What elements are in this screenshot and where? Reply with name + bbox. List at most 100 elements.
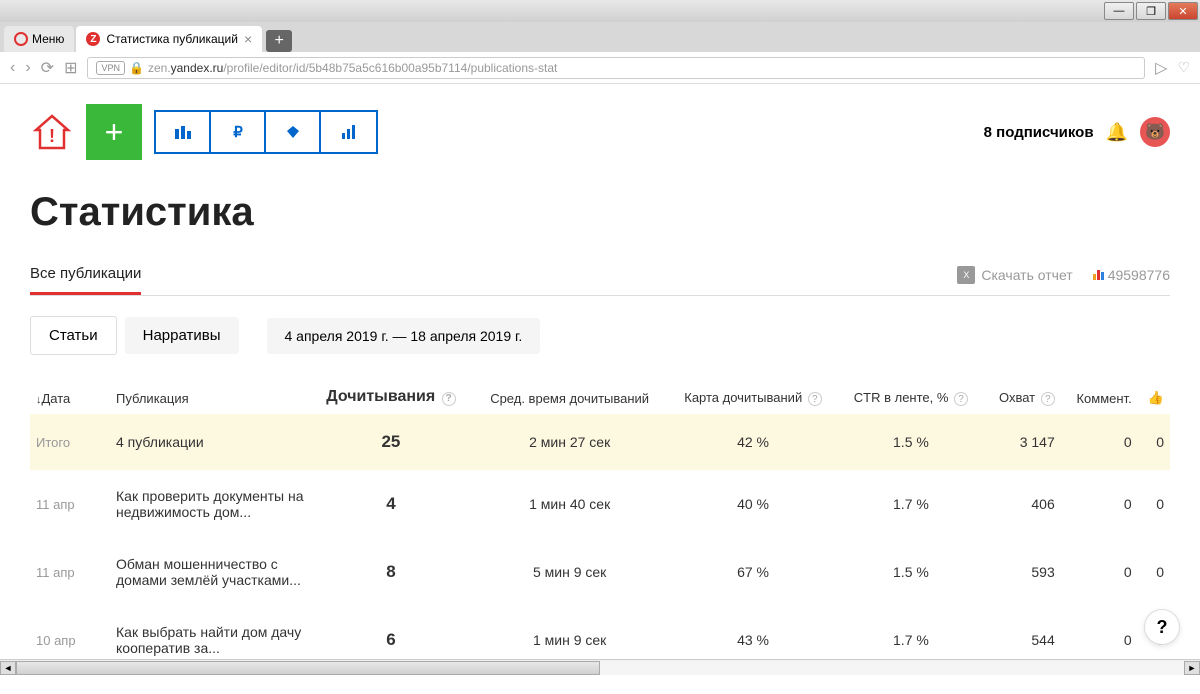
back-button[interactable]: ‹ [10, 59, 15, 77]
row-title[interactable]: Как проверить документы на недвижимость … [110, 470, 310, 538]
help-icon[interactable]: ? [808, 392, 822, 406]
zen-favicon: Z [86, 32, 100, 46]
row-comments: 0 [1061, 470, 1138, 538]
metrika-icon [1093, 270, 1104, 280]
minimize-button[interactable]: — [1104, 2, 1134, 20]
new-tab-button[interactable]: + [266, 30, 292, 52]
browser-tab[interactable]: Z Статистика публикаций × [76, 26, 262, 52]
page-title: Статистика [30, 190, 1170, 235]
metrika-link[interactable]: 49598776 [1093, 267, 1170, 283]
scroll-track[interactable] [16, 661, 1184, 675]
total-label: Итого [30, 414, 110, 470]
svg-text:!: ! [49, 126, 55, 146]
close-tab-icon[interactable]: × [244, 31, 252, 47]
page-topbar: ! + ₽ 8 подписчиков 🔔 🐻 [30, 104, 1170, 160]
row-title[interactable]: Обман мошенничество с домами землёй учас… [110, 538, 310, 606]
row-comments: 0 [1061, 538, 1138, 606]
row-avg-time: 5 мин 9 сек [472, 538, 668, 606]
section-tabs: Все публикации X Скачать отчет 49598776 [30, 255, 1170, 296]
filter-articles-button[interactable]: Статьи [30, 316, 117, 355]
user-avatar[interactable]: 🐻 [1140, 117, 1170, 147]
scroll-right-arrow[interactable]: ► [1184, 661, 1200, 675]
bookmark-heart-icon[interactable]: ♡ [1177, 59, 1190, 76]
opera-icon [14, 32, 28, 46]
row-date: 11 апр [30, 470, 110, 538]
filter-row: Статьи Нарративы 4 апреля 2019 г. — 18 а… [30, 316, 1170, 355]
row-avg-time: 1 мин 40 сек [472, 470, 668, 538]
xls-icon: X [957, 266, 975, 284]
total-reads: 25 [310, 414, 472, 470]
tab-title: Статистика публикаций [106, 32, 238, 46]
window-titlebar: — ❐ ✕ [0, 0, 1200, 22]
total-likes: 0 [1138, 414, 1170, 470]
notifications-bell-icon[interactable]: 🔔 [1106, 122, 1128, 143]
row-read-map: 40 % [667, 470, 838, 538]
stats-table: ↓Дата Публикация Дочитывания ? Сред. вре… [30, 380, 1170, 674]
total-reach: 3 147 [983, 414, 1061, 470]
total-pubs: 4 публикации [110, 414, 310, 470]
opera-menu-button[interactable]: Меню [4, 26, 74, 52]
menu-label: Меню [32, 32, 64, 46]
stats-bars-icon[interactable] [156, 112, 211, 152]
help-icon[interactable]: ? [442, 392, 456, 406]
row-likes: 0 [1138, 470, 1170, 538]
tab-all-publications[interactable]: Все публикации [30, 255, 141, 295]
row-likes: 0 [1138, 538, 1170, 606]
scroll-thumb[interactable] [16, 661, 600, 675]
close-window-button[interactable]: ✕ [1168, 2, 1198, 20]
reload-button[interactable]: ⟳ [41, 58, 54, 78]
svg-text:₽: ₽ [233, 124, 243, 141]
url-text: zen.yandex.ru/profile/editor/id/5b48b75a… [148, 61, 557, 75]
subscribers-count: 8 подписчиков [984, 124, 1094, 141]
col-reads[interactable]: Дочитывания [326, 388, 435, 405]
download-report-link[interactable]: X Скачать отчет [957, 266, 1072, 284]
row-reads: 4 [310, 470, 472, 538]
table-row-total: Итого 4 публикации 25 2 мин 27 сек 42 % … [30, 414, 1170, 470]
maximize-button[interactable]: ❐ [1136, 2, 1166, 20]
total-read-map: 42 % [667, 414, 838, 470]
ruble-icon[interactable]: ₽ [211, 112, 266, 152]
row-read-map: 67 % [667, 538, 838, 606]
table-row[interactable]: 11 апр Как проверить документы на недвиж… [30, 470, 1170, 538]
col-reach[interactable]: Охват [999, 390, 1035, 405]
chart-icon[interactable] [321, 112, 376, 152]
row-date: 11 апр [30, 538, 110, 606]
total-ctr: 1.5 % [839, 414, 984, 470]
row-ctr: 1.5 % [839, 538, 984, 606]
col-publication[interactable]: Публикация [110, 380, 310, 414]
url-input[interactable]: VPN 🔒 zen.yandex.ru/profile/editor/id/5b… [87, 57, 1145, 79]
horizontal-scrollbar[interactable]: ◄ ► [0, 659, 1200, 675]
filter-narratives-button[interactable]: Нарративы [125, 317, 239, 354]
col-read-map[interactable]: Карта дочитываний [684, 390, 802, 405]
scroll-left-arrow[interactable]: ◄ [0, 661, 16, 675]
table-row[interactable]: 11 апр Обман мошенничество с домами земл… [30, 538, 1170, 606]
channel-logo[interactable]: ! [30, 110, 74, 154]
forward-button[interactable]: › [25, 59, 30, 77]
col-date[interactable]: Дата [42, 391, 71, 406]
total-avg-time: 2 мин 27 сек [472, 414, 668, 470]
lock-icon: 🔒 [129, 61, 144, 75]
col-comments[interactable]: Коммент. [1061, 380, 1138, 414]
help-floating-button[interactable]: ? [1144, 609, 1180, 645]
add-publication-button[interactable]: + [86, 104, 142, 160]
row-reach: 593 [983, 538, 1061, 606]
toolbar-icon-group: ₽ [154, 110, 378, 154]
help-icon[interactable]: ? [954, 392, 968, 406]
date-range-button[interactable]: 4 апреля 2019 г. — 18 апреля 2019 г. [267, 318, 541, 354]
help-icon[interactable]: ? [1041, 392, 1055, 406]
browser-tabbar: Меню Z Статистика публикаций × + [0, 22, 1200, 52]
diamond-icon[interactable] [266, 112, 321, 152]
speed-dial-button[interactable]: ⊞ [64, 58, 77, 78]
total-comments: 0 [1061, 414, 1138, 470]
vpn-badge[interactable]: VPN [96, 61, 125, 75]
row-reads: 8 [310, 538, 472, 606]
col-avg-time[interactable]: Сред. время дочитываний [472, 380, 668, 414]
share-icon[interactable]: ▷ [1155, 58, 1167, 78]
col-likes-icon[interactable]: 👍 [1138, 380, 1170, 414]
metrika-id: 49598776 [1108, 267, 1170, 283]
row-reach: 406 [983, 470, 1061, 538]
col-ctr[interactable]: CTR в ленте, % [854, 390, 949, 405]
page-content: ! + ₽ 8 подписчиков 🔔 🐻 Статистика Все п… [0, 84, 1200, 694]
address-bar: ‹ › ⟳ ⊞ VPN 🔒 zen.yandex.ru/profile/edit… [0, 52, 1200, 84]
download-label: Скачать отчет [981, 267, 1072, 283]
